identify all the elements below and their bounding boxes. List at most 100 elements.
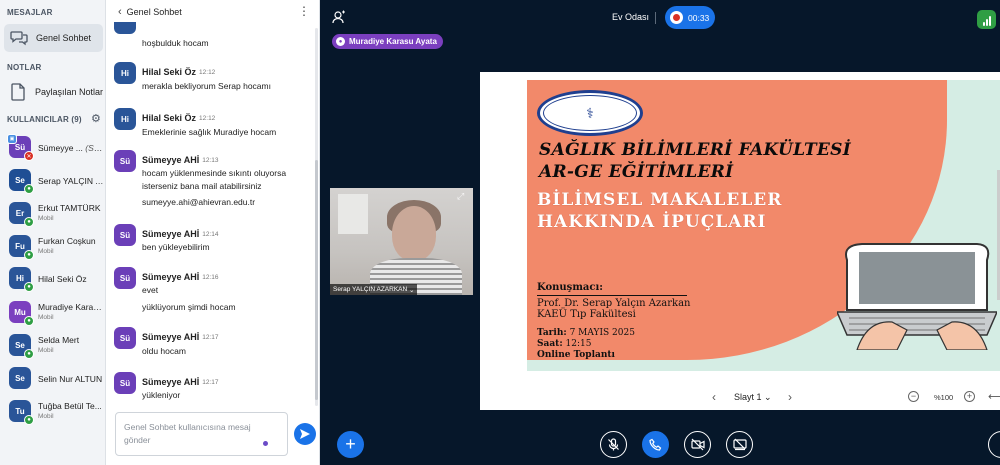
mic-icon: ●: [24, 415, 34, 425]
presentation-slide: ⚕ SAĞLIK BİLİMLERİ FAKÜLTESİ AR-GE EĞİTİ…: [527, 80, 1000, 371]
speaker-name: Prof. Dr. Serap Yalçın Azarkan KAEÜ Tıp F…: [537, 298, 691, 320]
message-text: oldu hocam: [142, 346, 186, 356]
user-name: Selda Mert: [38, 335, 80, 345]
chevron-left-icon[interactable]: ‹: [118, 6, 122, 18]
user-settings-icon[interactable]: [332, 10, 346, 27]
avatar: Sü: [114, 150, 136, 172]
message-text: yüklüyorum şimdi hocam: [142, 302, 236, 312]
camera-off-button[interactable]: [684, 431, 711, 458]
talker-name: Muradiye Karasu Ayata: [349, 37, 437, 46]
more-vertical-icon[interactable]: ⋮: [298, 4, 310, 18]
meeting-main-area: Ev Odası 00:33 ● Muradiye Karasu Ayata ⤢…: [320, 0, 1000, 465]
avatar: Sü: [114, 372, 136, 394]
user-row[interactable]: Se ● Selda Mert Mobil: [0, 330, 105, 360]
chat-header: ‹ Genel Sohbet ⋮: [106, 0, 319, 24]
fullscreen-icon[interactable]: ⤢: [457, 191, 469, 203]
message-text: hocam yüklenmesinde sıkıntı oluyorsa: [142, 168, 287, 178]
zoom-in-button[interactable]: +: [964, 391, 975, 402]
chat-scrollbar-thumb[interactable]: [315, 160, 318, 400]
mute-mic-button[interactable]: [600, 431, 627, 458]
message-author: Sümeyye AHİ: [142, 155, 200, 165]
message-author: Sümeyye AHİ: [142, 377, 200, 387]
slide-title-line1: SAĞLIK BİLİMLERİ FAKÜLTESİ: [539, 140, 851, 160]
public-chat-label: Genel Sohbet: [36, 33, 92, 43]
slide-controls: ‹ Slayt 1 ⌄ › − %100 + ⟷: [480, 385, 1000, 410]
user-name: Furkan Coşkun: [38, 236, 96, 246]
user-row[interactable]: Sü ▣ ✕ Sümeyye ... (Sen): [0, 132, 105, 162]
user-row[interactable]: Fu ● Furkan Coşkun Mobil: [0, 231, 105, 261]
message-link[interactable]: sumeyye.ahi@ahievran.edu.tr: [142, 197, 255, 207]
audio-phone-button[interactable]: [642, 431, 669, 458]
avatar: Se ●: [9, 169, 34, 194]
avatar: Sü ▣ ✕: [7, 134, 34, 161]
gear-icon[interactable]: ⚙: [91, 112, 101, 125]
actions-plus-button[interactable]: +: [337, 431, 364, 458]
user-name: Serap YALÇIN A...: [38, 176, 104, 186]
user-row[interactable]: Mu ● Muradiye Karas... Mobil: [0, 297, 105, 327]
speaker-label: Konuşmacı:: [537, 282, 603, 293]
user-role: Mobil: [38, 413, 54, 420]
slide-selector[interactable]: Slayt 1 ⌄: [734, 392, 772, 403]
header-divider: [655, 12, 656, 24]
university-logo: ⚕: [537, 90, 643, 136]
more-options-button[interactable]: [988, 431, 1000, 458]
user-role: Mobil: [38, 248, 54, 255]
send-message-button[interactable]: [294, 423, 316, 445]
recording-time: 00:33: [688, 12, 710, 23]
slide-title-line3: BİLİMSEL MAKALELER: [537, 190, 783, 210]
mic-icon: ●: [24, 282, 34, 292]
previous-slide-button[interactable]: ‹: [712, 390, 716, 404]
mic-icon: ●: [24, 250, 34, 260]
send-icon: [300, 429, 310, 439]
chat-message-input[interactable]: Genel Sohbet kullanıcısına mesaj gönder: [115, 412, 288, 456]
message-text: evet: [142, 285, 159, 295]
zoom-out-button[interactable]: −: [908, 391, 919, 402]
slide-event-info: Tarih: 7 MAYIS 2025 Saat: 12:15 Online T…: [537, 328, 635, 360]
avatar: Hi: [114, 62, 136, 84]
messages-section-title: MESAJLAR: [7, 8, 53, 17]
user-name: Hilal Seki Öz: [38, 274, 87, 284]
user-row[interactable]: Se Selin Nur ALTUN: [0, 363, 105, 393]
message-text: Emeklerinie sağlık Muradiye hocam: [142, 127, 277, 137]
webcam-tile[interactable]: ⤢ Serap YALÇIN AZARKAN ⌄: [330, 188, 473, 295]
user-role: Mobil: [38, 347, 54, 354]
avatar: Se: [9, 367, 31, 389]
public-chat-nav-item[interactable]: Genel Sohbet: [4, 24, 103, 52]
message-author: Sümeyye AHİ: [142, 229, 200, 239]
talking-indicator: ● Muradiye Karasu Ayata: [332, 34, 443, 49]
record-icon: [670, 11, 683, 24]
screen-share-button[interactable]: [726, 431, 753, 458]
message-time: 12:17: [202, 379, 219, 386]
webcam-user-label[interactable]: Serap YALÇIN AZARKAN ⌄: [330, 284, 418, 295]
next-slide-button[interactable]: ›: [788, 390, 792, 404]
phone-icon: [649, 438, 662, 451]
message-time: 12:16: [202, 274, 219, 281]
chat-bubbles-icon: [10, 29, 28, 47]
network-status-icon[interactable]: [977, 10, 996, 29]
mic-icon: ●: [24, 217, 34, 227]
presenter-icon: ▣: [7, 134, 17, 144]
message-author: Sümeyye AHİ: [142, 272, 200, 282]
user-row[interactable]: Hi ● Hilal Seki Öz: [0, 263, 105, 293]
message-text: hoşbulduk hocam: [142, 38, 209, 48]
chat-title: Genel Sohbet: [126, 7, 182, 17]
notes-file-icon: [10, 83, 27, 101]
user-row[interactable]: Er ● Erkut TAMTÜRK Mobil: [0, 198, 105, 228]
message-author: Hilal Seki Öz: [142, 67, 197, 77]
user-row[interactable]: Tu ● Tuğba Betül Te... Mobil: [0, 396, 105, 426]
message-text: ben yükleyebilirim: [142, 242, 210, 252]
avatar: Sü: [114, 267, 136, 289]
avatar: Er ●: [9, 202, 34, 227]
room-name: Ev Odası: [612, 12, 650, 22]
message-time: 12:12: [199, 69, 216, 76]
mic-icon: ●: [24, 184, 34, 194]
user-role: Mobil: [38, 314, 54, 321]
recording-indicator[interactable]: 00:33: [665, 6, 715, 29]
shared-notes-nav-item[interactable]: Paylaşılan Notlar: [4, 78, 103, 106]
fit-width-icon[interactable]: ⟷: [988, 390, 1000, 403]
avatar: Hi ●: [9, 267, 34, 292]
message-time: 12:13: [202, 157, 219, 164]
message-text: yükleniyor: [142, 390, 181, 400]
user-row[interactable]: Se ● Serap YALÇIN A...: [0, 165, 105, 195]
mic-off-icon: [608, 438, 619, 451]
